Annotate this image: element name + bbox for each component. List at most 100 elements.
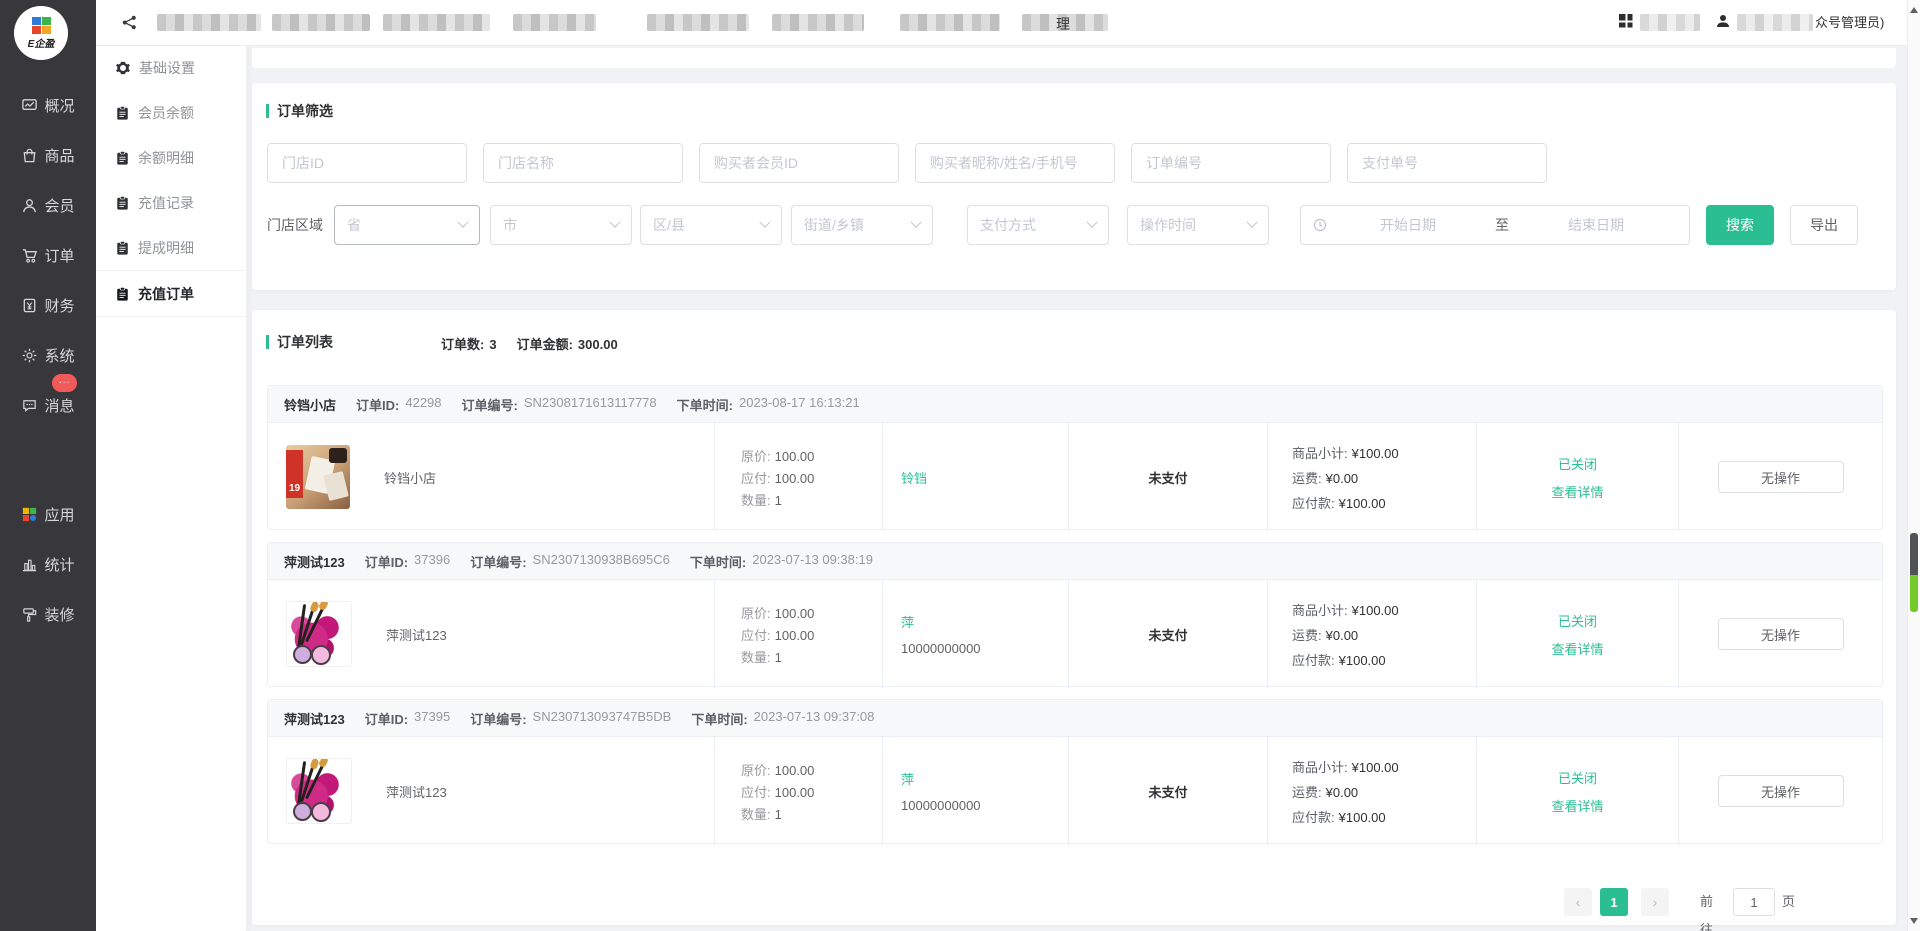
goto-page-input[interactable]: [1733, 888, 1775, 916]
buyer-name[interactable]: 铃铛: [901, 468, 1068, 487]
buyer-name[interactable]: 萍: [901, 612, 1068, 631]
tab-censored-5[interactable]: [647, 14, 749, 31]
tab-censored-2[interactable]: [272, 14, 370, 31]
export-button[interactable]: 导出: [1790, 205, 1858, 245]
sidebar-item-orders[interactable]: 订单: [0, 230, 96, 280]
scroll-down-arrow[interactable]: [1910, 918, 1918, 924]
payment-sn-input[interactable]: [1347, 143, 1547, 183]
no-operation-button[interactable]: 无操作: [1718, 618, 1844, 650]
view-detail-link[interactable]: 查看详情: [1551, 482, 1603, 501]
store-name: 铃铛小店: [284, 395, 336, 414]
current-page-button[interactable]: 1: [1600, 888, 1628, 916]
no-operation-button[interactable]: 无操作: [1718, 775, 1844, 807]
finance-submenu: 基础设置 会员余额 余额明细 充值记录 提成明细 充值订单: [96, 45, 247, 931]
street-select-placeholder: 街道/乡镇: [804, 215, 864, 235]
gear-icon: [116, 61, 130, 75]
sidebar-item-apps[interactable]: 应用: [0, 489, 96, 539]
order-row: 铃铛小店 订单ID:42298 订单编号:SN2308171613117778 …: [267, 385, 1883, 530]
store-id-input[interactable]: [267, 143, 467, 183]
submenu-item-basic-settings[interactable]: 基础设置: [96, 45, 246, 90]
search-button[interactable]: 搜索: [1706, 205, 1774, 245]
chevron-down-icon: [759, 217, 770, 228]
order-status: 已关闭: [1558, 768, 1597, 787]
sidebar-item-design[interactable]: 装修: [0, 589, 96, 639]
sidebar-item-goods[interactable]: 商品: [0, 130, 96, 180]
pay-status-cell: 未支付: [1068, 423, 1267, 531]
view-detail-link[interactable]: 查看详情: [1551, 639, 1603, 658]
submenu-item-balance-detail[interactable]: 余额明细: [96, 135, 246, 180]
order-sn: 订单编号:SN230713093747B5DB: [470, 709, 671, 728]
sidebar-item-messages[interactable]: 消息 ...: [0, 380, 96, 430]
buyer-member-id-input[interactable]: [699, 143, 899, 183]
order-body: 萍测试123 原价:100.00 应付:100.00 数量:1 萍 100000…: [268, 737, 1882, 845]
filter-section-title: 订单筛选: [266, 101, 333, 121]
message-badge: ...: [52, 374, 77, 392]
operation-time-placeholder: 操作时间: [1140, 215, 1196, 235]
province-select[interactable]: 省: [334, 205, 480, 245]
chevron-down-icon: [1086, 217, 1097, 228]
end-date-placeholder: 结束日期: [1515, 215, 1677, 235]
submenu-item-member-balance[interactable]: 会员余额: [96, 90, 246, 135]
scroll-up-arrow[interactable]: [1910, 7, 1918, 13]
sidebar-item-system[interactable]: 系统: [0, 330, 96, 380]
operation-time-select[interactable]: 操作时间: [1127, 205, 1269, 245]
clipboard-icon: [116, 196, 129, 210]
tab-censored-6[interactable]: [772, 14, 864, 31]
order-amount: 订单金额:300.00: [517, 334, 618, 353]
view-detail-link[interactable]: 查看详情: [1551, 796, 1603, 815]
sidebar-item-members[interactable]: 会员: [0, 180, 96, 230]
product-name: 萍测试123: [386, 625, 447, 644]
tab-censored-3[interactable]: [383, 14, 490, 31]
avatar-icon[interactable]: [1716, 14, 1730, 28]
no-operation-button[interactable]: 无操作: [1718, 461, 1844, 493]
submenu-item-commission-detail[interactable]: 提成明细: [96, 225, 246, 270]
goto-label: 前往: [1700, 888, 1713, 916]
amounts-cell: 商品小计:¥100.00 运费:¥0.00 应付款:¥100.00: [1267, 423, 1476, 531]
sidebar-item-label: 商品: [44, 145, 74, 166]
share-icon[interactable]: [122, 15, 137, 30]
app-logo[interactable]: E企盈: [14, 6, 68, 60]
price-cell: 原价:100.00 应付:100.00 数量:1: [714, 737, 882, 845]
next-page-button[interactable]: ›: [1641, 888, 1669, 916]
store-name: 萍测试123: [284, 709, 345, 728]
status-cell: 已关闭 查看详情: [1476, 580, 1678, 688]
order-sn-input[interactable]: [1131, 143, 1331, 183]
city-select-placeholder: 市: [503, 215, 517, 235]
chevron-down-icon: [910, 217, 921, 228]
account-role-text: 众号管理员): [1815, 0, 1884, 45]
buyer-name[interactable]: 萍: [901, 769, 1068, 788]
submenu-item-recharge-orders[interactable]: 充值订单: [96, 270, 246, 317]
logo-icon: [32, 17, 51, 34]
tab-censored-1[interactable]: [157, 14, 261, 31]
sidebar-item-finance[interactable]: 财务: [0, 280, 96, 330]
date-range-picker[interactable]: 开始日期 至 结束日期: [1300, 205, 1690, 245]
prev-page-button[interactable]: ‹: [1564, 888, 1592, 916]
product-name: 萍测试123: [386, 782, 447, 801]
submenu-item-recharge-records[interactable]: 充值记录: [96, 180, 246, 225]
pay-status-cell: 未支付: [1068, 737, 1267, 845]
district-select[interactable]: 区/县: [640, 205, 782, 245]
sidebar-item-label: 统计: [44, 554, 74, 575]
tab-censored-4[interactable]: [513, 14, 596, 31]
sidebar-item-label: 消息: [44, 395, 74, 416]
scrollbar-thumb-highlight[interactable]: [1910, 575, 1918, 612]
city-select[interactable]: 市: [490, 205, 632, 245]
pay-status: 未支付: [1148, 468, 1187, 487]
sidebar-item-statistics[interactable]: 统计: [0, 539, 96, 589]
mall-name-censored[interactable]: [1640, 14, 1700, 31]
sidebar-item-overview[interactable]: 概况: [0, 80, 96, 130]
store-name-input[interactable]: [483, 143, 683, 183]
order-header: 铃铛小店 订单ID:42298 订单编号:SN2308171613117778 …: [268, 386, 1882, 423]
buyer-name-phone-input[interactable]: [915, 143, 1115, 183]
account-name-censored[interactable]: [1737, 14, 1813, 31]
member-icon: [21, 197, 38, 214]
payment-method-select[interactable]: 支付方式: [967, 205, 1109, 245]
scrollbar-thumb[interactable]: [1910, 533, 1918, 575]
order-id: 订单ID:37396: [365, 552, 451, 571]
topbar: 理 众号管理员): [96, 0, 1908, 46]
order-body: 19 铃铛小店 原价:100.00 应付:100.00 数量:1 铃铛 未支付: [268, 423, 1882, 531]
scrollbar[interactable]: [1907, 0, 1920, 931]
tab-censored-7[interactable]: [900, 14, 1000, 31]
street-select[interactable]: 街道/乡镇: [791, 205, 933, 245]
grid-menu-icon[interactable]: [1619, 14, 1634, 29]
